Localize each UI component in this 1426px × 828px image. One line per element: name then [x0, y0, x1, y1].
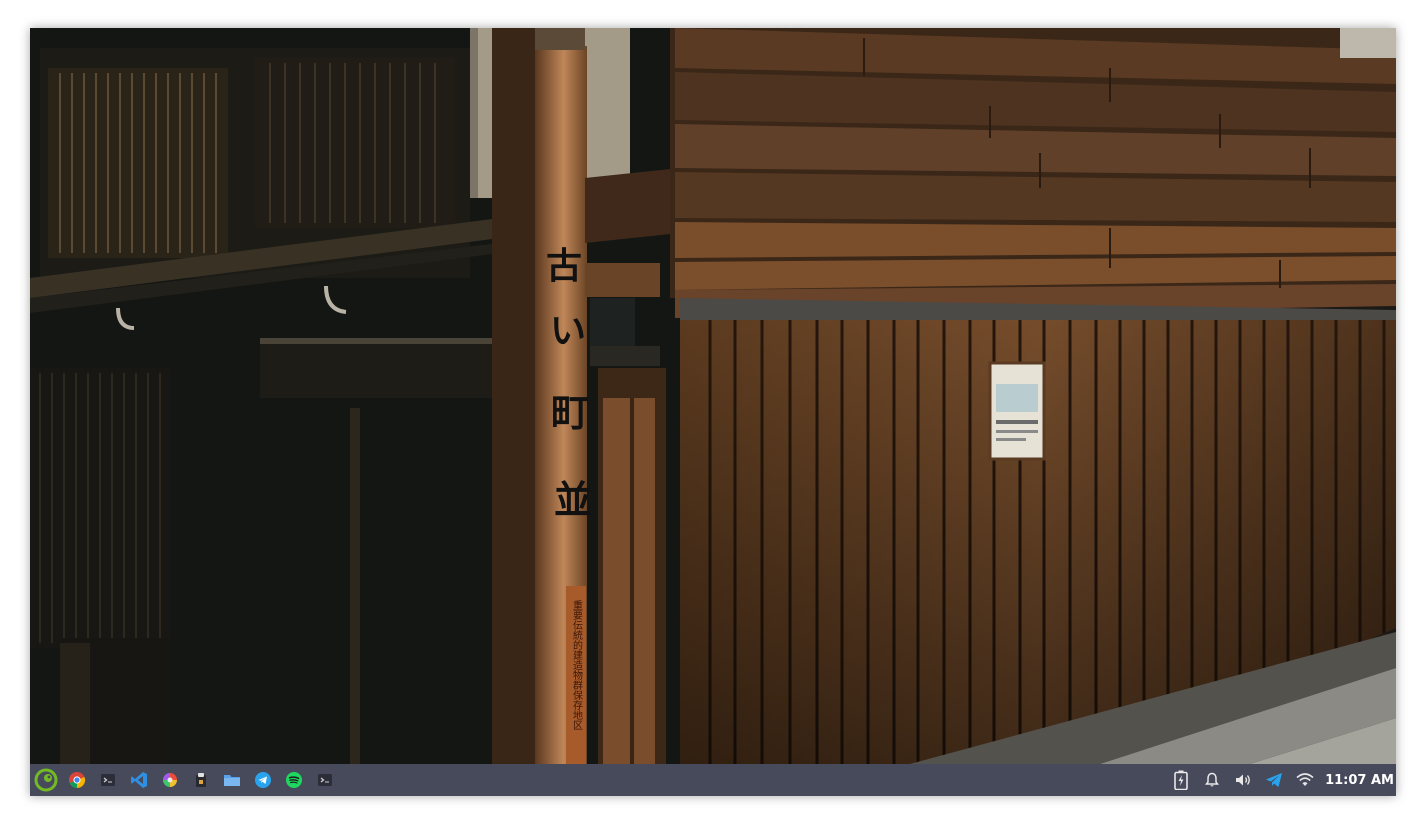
wallpaper-image: 古 い 町 並 重要伝統的建造物群保存地区	[30, 28, 1396, 764]
pillar-sign-char-2: い	[550, 310, 586, 352]
taskbar-clock[interactable]: 11:07 AM	[1325, 773, 1394, 788]
volume-icon	[1236, 774, 1251, 786]
package-icon	[196, 773, 206, 787]
taskbar-app-telegram[interactable]	[250, 767, 276, 793]
taskbar-app-chrome[interactable]	[64, 767, 90, 793]
tray-wifi[interactable]	[1292, 767, 1318, 793]
tray-volume[interactable]	[1230, 767, 1256, 793]
taskbar-app-color-picker[interactable]	[157, 767, 183, 793]
taskbar-app-package[interactable]	[188, 767, 214, 793]
opensuse-gecko-icon	[34, 768, 58, 792]
taskbar: 11:07 AM	[30, 764, 1396, 796]
pillar-sign-char-1: 古	[546, 245, 582, 287]
files-icon	[224, 775, 240, 786]
application-launcher-button[interactable]	[33, 767, 59, 793]
pillar-sign-char-3: 町	[551, 390, 589, 435]
telegram-tray-icon	[1266, 773, 1283, 787]
vscode-icon	[131, 772, 147, 788]
color-picker-icon	[163, 773, 177, 787]
spotify-icon	[286, 772, 302, 788]
taskbar-app-terminal-2[interactable]	[312, 767, 338, 793]
desktop-wallpaper: 古 い 町 並 重要伝統的建造物群保存地区	[30, 28, 1396, 764]
pillar-sign-char-4: 並	[554, 477, 592, 522]
tray-telegram[interactable]	[1261, 767, 1287, 793]
telegram-icon	[255, 772, 271, 788]
notifications-icon	[1205, 772, 1220, 787]
taskbar-app-spotify[interactable]	[281, 767, 307, 793]
desktop-screen: 古 い 町 並 重要伝統的建造物群保存地区 11:07 AM	[30, 28, 1396, 796]
taskbar-app-terminal[interactable]	[95, 767, 121, 793]
taskbar-app-files[interactable]	[219, 767, 245, 793]
chrome-icon	[69, 772, 86, 789]
tray-battery[interactable]	[1168, 767, 1194, 793]
wifi-icon	[1296, 773, 1314, 786]
taskbar-app-vscode[interactable]	[126, 767, 152, 793]
system-tray: 11:07 AM	[1168, 764, 1396, 796]
terminal-icon	[101, 774, 115, 786]
tray-notifications[interactable]	[1199, 767, 1225, 793]
terminal-icon	[318, 774, 332, 786]
battery-charging-icon	[1174, 770, 1188, 790]
pillar-plaque-text: 重要伝統的建造物群保存地区	[571, 599, 583, 730]
